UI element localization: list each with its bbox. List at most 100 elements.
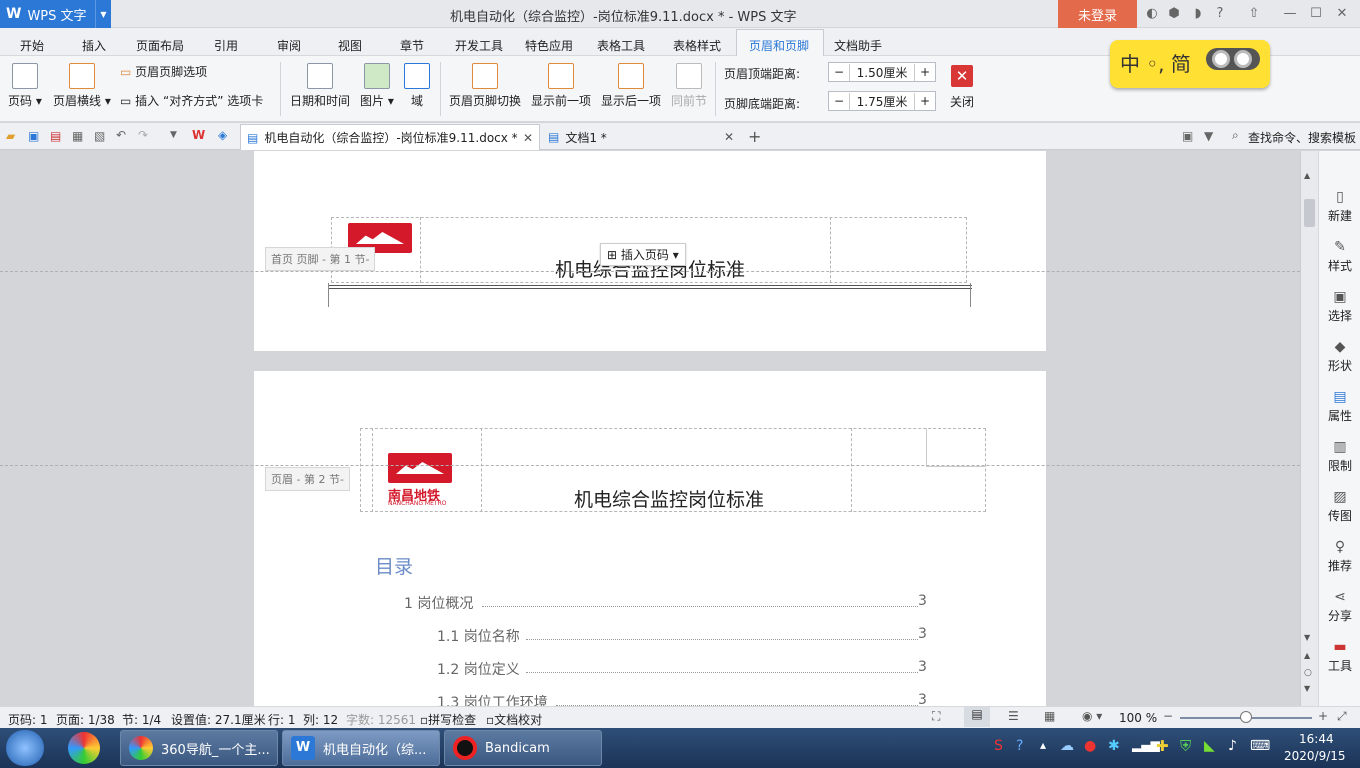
volume-icon[interactable]: ♪ xyxy=(1228,738,1237,754)
close-window-icon[interactable]: ✕ xyxy=(1334,6,1350,22)
redo-icon[interactable]: ↷ xyxy=(138,128,148,142)
ime-widget[interactable]: 中 ◦, 简 xyxy=(1110,40,1270,88)
footer-bottom-value[interactable]: 1.75厘米 xyxy=(849,92,915,110)
plus-tray-icon[interactable]: ✚ xyxy=(1156,737,1169,755)
vertical-scrollbar[interactable]: ▲ ▼ ▲ ○ ▼ xyxy=(1300,151,1318,706)
upload-icon[interactable]: ⇧ xyxy=(1246,6,1262,22)
fullscreen-icon[interactable]: ⛶ xyxy=(932,709,940,724)
side-restrict-button[interactable]: ▥ 限制 xyxy=(1319,439,1360,474)
browse-object-icon[interactable]: ○ xyxy=(1304,668,1312,678)
toc-item[interactable]: 1.2 岗位定义 xyxy=(437,659,520,679)
menu-review[interactable]: 审阅 xyxy=(277,37,301,54)
tray-up-icon[interactable]: ▴ xyxy=(1040,738,1046,752)
chevron-down-icon[interactable]: ▼ xyxy=(95,0,111,28)
hf-options-button[interactable]: ▭ 页眉页脚选项 xyxy=(120,63,207,80)
toc-item[interactable]: 1.3 岗位工作环境 xyxy=(437,692,548,706)
menu-table-style[interactable]: 表格样式 xyxy=(673,37,721,54)
menu-table-tools[interactable]: 表格工具 xyxy=(597,37,645,54)
side-style-button[interactable]: ✎ 样式 xyxy=(1319,239,1360,274)
menu-header-footer[interactable]: 页眉和页脚 xyxy=(749,37,809,54)
save-icon[interactable]: ▣ xyxy=(28,129,39,143)
minimize-icon[interactable]: — xyxy=(1282,6,1298,22)
nvidia-icon[interactable]: ◣ xyxy=(1204,738,1215,754)
insert-align-button[interactable]: ▭ 插入 “对齐方式” 选项卡 xyxy=(120,92,263,109)
help-icon[interactable]: ? xyxy=(1212,6,1228,22)
outline-view-icon[interactable]: ☰ xyxy=(1008,709,1019,723)
status-words[interactable]: 字数: 12561 xyxy=(346,711,416,728)
header-top-value[interactable]: 1.50厘米 xyxy=(849,63,915,81)
side-tools-button[interactable]: ▬ 工具 xyxy=(1319,639,1360,674)
header-top-stepper[interactable]: −1.50厘米 + xyxy=(828,62,936,82)
web-view-icon[interactable]: ▦ xyxy=(1044,709,1055,723)
undo-icon[interactable]: ↶ xyxy=(116,128,126,142)
clock-date[interactable]: 2020/9/15 xyxy=(1284,749,1346,763)
tab-document-2[interactable]: ▤ 文档1 * ✕ xyxy=(542,124,740,150)
maximize-icon[interactable]: ☐ xyxy=(1308,6,1324,22)
menu-start[interactable]: 开始 xyxy=(20,37,44,54)
clock-time[interactable]: 16:44 xyxy=(1299,732,1334,746)
side-select-button[interactable]: ▣ 选择 xyxy=(1319,289,1360,324)
shield-icon[interactable]: ⛨ xyxy=(1180,737,1191,755)
scroll-up-icon[interactable]: ▲ xyxy=(1304,171,1310,180)
page-view-icon[interactable]: ▤ xyxy=(964,707,990,727)
zoom-in-icon[interactable]: + xyxy=(1318,709,1328,723)
minus-icon[interactable]: − xyxy=(829,94,849,108)
menu-references[interactable]: 引用 xyxy=(214,37,238,54)
tab-document-1[interactable]: ▤ 机电自动化（综合监控）-岗位标准9.11.docx * ✕ xyxy=(240,124,540,150)
open-icon[interactable]: ▰ xyxy=(6,129,15,143)
prev-page-icon[interactable]: ▲ xyxy=(1304,651,1310,660)
next-page-icon[interactable]: ▼ xyxy=(1304,684,1310,693)
document-canvas[interactable]: 机电综合监控岗位标准 ⊞ 插入页码 ▾ 首页 页脚 - 第 1 节- 南昌地铁 … xyxy=(0,151,1300,706)
status-pages[interactable]: 页面: 1/38 xyxy=(56,711,115,728)
close-icon[interactable]: ✕ xyxy=(724,130,734,144)
chevron-down-icon[interactable]: ▼ xyxy=(170,130,177,140)
feedback-icon[interactable]: ◗ xyxy=(1190,6,1206,22)
start-button-icon[interactable] xyxy=(6,730,44,766)
picture-button[interactable]: 图片 ▾ xyxy=(360,63,394,109)
pinned-app-icon[interactable] xyxy=(68,732,100,764)
plus-icon[interactable]: + xyxy=(915,65,935,79)
side-share-button[interactable]: ⋖ 分享 xyxy=(1319,589,1360,624)
header-line-button[interactable]: 页眉横线 ▾ xyxy=(53,63,111,109)
gear-icon[interactable]: ⬢ xyxy=(1166,6,1182,22)
zoom-slider-thumb[interactable] xyxy=(1240,711,1252,723)
toc-item[interactable]: 1 岗位概况 xyxy=(404,593,473,613)
cube-icon[interactable]: ◈ xyxy=(218,128,227,142)
help-tray-icon[interactable]: ? xyxy=(1016,738,1023,754)
close-hf-button[interactable]: ✕ 关闭 xyxy=(950,65,974,110)
cloud-icon[interactable]: ☁ xyxy=(1060,738,1074,754)
keyboard-icon[interactable]: ⌨ xyxy=(1250,738,1270,754)
preview-icon[interactable]: ▧ xyxy=(94,129,105,143)
taskbar-item-wps[interactable]: W 机电自动化（综... xyxy=(282,730,440,766)
zoom-out-icon[interactable]: − xyxy=(1163,709,1173,723)
app-menu-button[interactable]: W WPS 文字 ▼ xyxy=(0,0,111,28)
screen-icon[interactable]: ▣ xyxy=(1182,129,1193,143)
wps-cloud-icon[interactable]: W xyxy=(192,128,205,142)
skin-icon[interactable]: ◐ xyxy=(1144,6,1160,22)
taskbar-item-bandicam[interactable]: Bandicam xyxy=(444,730,602,766)
minus-icon[interactable]: − xyxy=(829,65,849,79)
eye-protect-icon[interactable]: ◉ ▾ xyxy=(1082,709,1102,723)
sogou-icon[interactable]: S xyxy=(994,738,1003,754)
side-recommend-button[interactable]: ♀ 推荐 xyxy=(1319,539,1360,574)
zoom-level[interactable]: 100 % xyxy=(1119,711,1157,725)
record-tray-icon[interactable]: ● xyxy=(1084,738,1096,754)
toc-item[interactable]: 1.1 岗位名称 xyxy=(437,626,520,646)
page-2[interactable]: 南昌地铁 NANCHANG METRO 机电综合监控岗位标准 目录 1 岗位概况… xyxy=(254,371,1046,706)
side-upload-image-button[interactable]: ▨ 传图 xyxy=(1319,489,1360,524)
menu-chapter[interactable]: 章节 xyxy=(400,37,424,54)
side-new-button[interactable]: ▯ 新建 xyxy=(1319,189,1360,224)
hf-switch-button[interactable]: 页眉页脚切换 xyxy=(449,63,521,109)
show-next-button[interactable]: 显示后一项 xyxy=(601,63,661,109)
pdf-icon[interactable]: ▤ xyxy=(50,129,61,143)
search-icon[interactable]: ⌕ xyxy=(1232,128,1239,143)
print-icon[interactable]: ▦ xyxy=(72,129,83,143)
menu-developer[interactable]: 开发工具 xyxy=(455,37,503,54)
download-icon[interactable]: ▼ xyxy=(1204,129,1213,143)
close-icon[interactable]: ✕ xyxy=(523,131,533,145)
search-command-input[interactable]: 查找命令、搜索模板 xyxy=(1248,129,1356,146)
scroll-down-icon[interactable]: ▼ xyxy=(1304,633,1310,642)
menu-doc-assistant[interactable]: 文档助手 xyxy=(834,37,882,54)
side-property-button[interactable]: ▤ 属性 xyxy=(1319,389,1360,424)
fit-icon[interactable]: ⤢ xyxy=(1337,709,1347,724)
